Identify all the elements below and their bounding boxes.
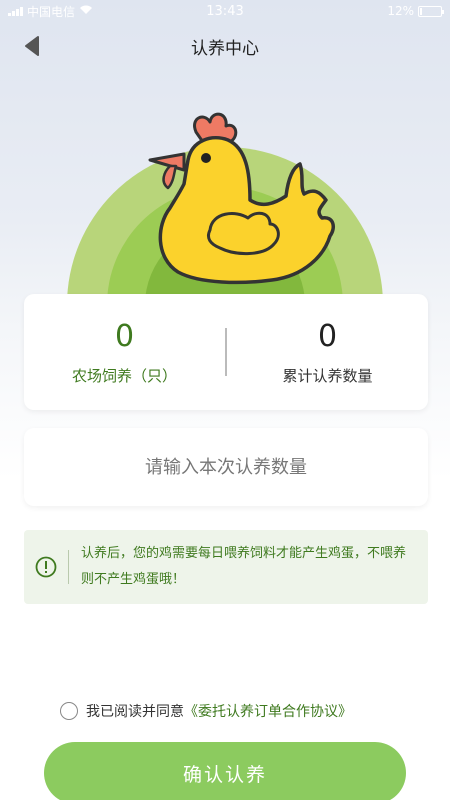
agreement-radio[interactable] [60,702,78,720]
wifi-icon [79,4,93,18]
stats-card: 0 农场饲养（只） 0 累计认养数量 [24,294,428,410]
info-icon [24,556,68,578]
hero-section [0,100,450,300]
status-bar: 中国电信 13:43 12% [0,0,450,22]
notice-divider [68,550,69,584]
nav-bar: 认养中心 [0,28,450,64]
chicken-illustration [67,112,383,300]
confirm-button[interactable]: 确认认养 [44,742,406,800]
battery-level [420,7,422,15]
signal-icon [8,6,23,16]
status-right: 12% [387,4,444,18]
farm-count-value: 0 [114,318,135,354]
status-left: 中国电信 [8,3,93,20]
notice-text: 认养后，您的鸡需要每日喂养饲料才能产生鸡蛋，不喂养则不产生鸡蛋哦！ [81,546,407,587]
notice-box: 认养后，您的鸡需要每日喂养饲料才能产生鸡蛋，不喂养则不产生鸡蛋哦！ [24,530,428,604]
quantity-input[interactable] [24,428,428,506]
total-count-stat: 0 累计认养数量 [227,319,428,386]
total-count-value: 0 [317,318,338,354]
page-title: 认养中心 [191,39,259,59]
chicken [148,112,336,285]
agreement-row: 我已阅读并同意 《委托认养订单合作协议》 [60,698,352,724]
agreement-text: 我已阅读并同意 [86,704,184,720]
total-count-label: 累计认养数量 [282,366,373,385]
back-button[interactable] [18,32,46,60]
farm-count-label: 农场饲养（只） [71,366,177,385]
agreement-link[interactable]: 《委托认养订单合作协议》 [184,701,352,721]
quantity-input-card [24,428,428,506]
battery-percent: 12% [387,4,414,18]
battery-icon [418,5,444,17]
back-arrow-icon [25,36,39,56]
carrier-name: 中国电信 [27,4,76,19]
farm-count-stat: 0 农场饲养（只） [24,319,225,386]
